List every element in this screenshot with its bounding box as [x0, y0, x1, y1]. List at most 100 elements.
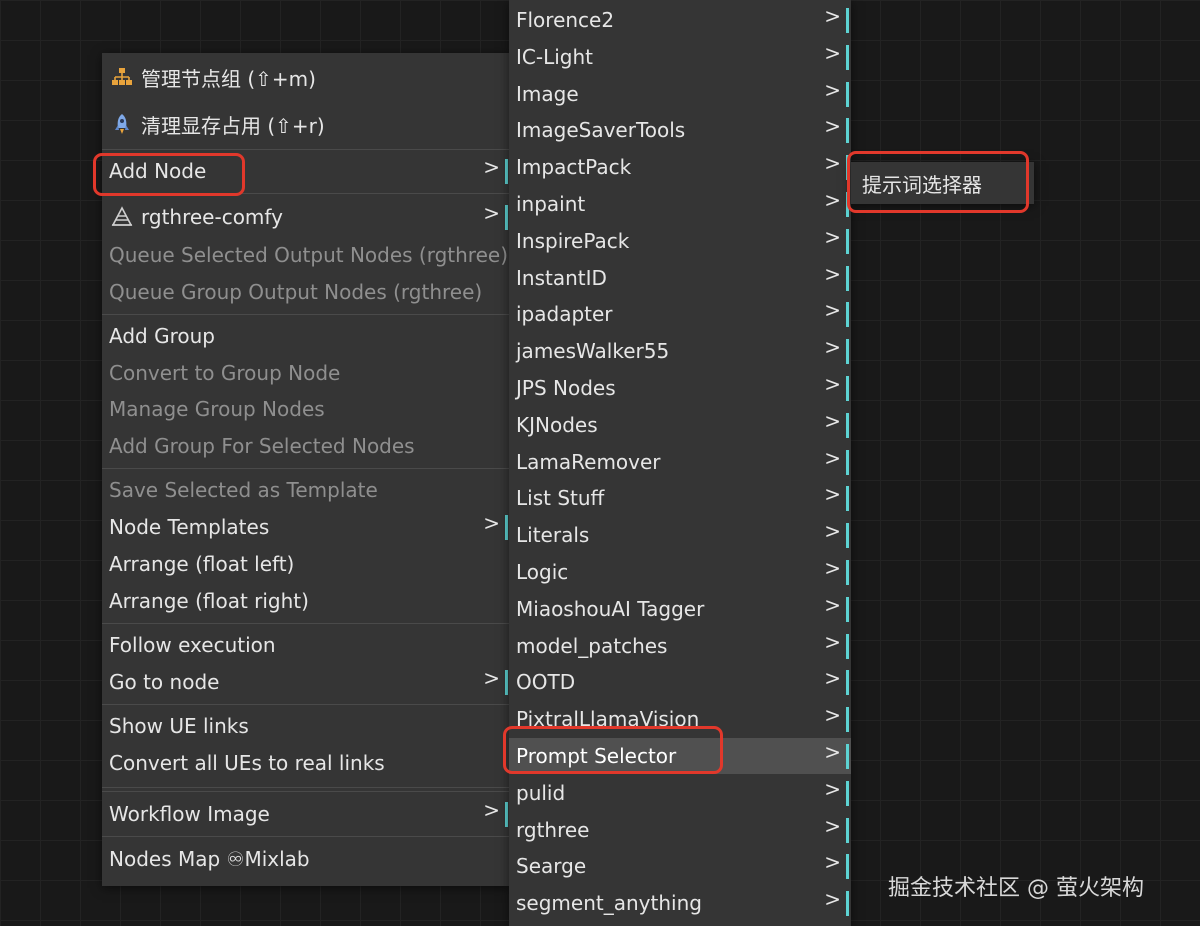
submenu-arrow-icon: >	[824, 519, 841, 544]
submenu-arrow-icon: >	[824, 77, 841, 102]
submenu-item-kjnodes[interactable]: KJNodes >	[509, 407, 851, 443]
menu-item-add-node[interactable]: Add Node >	[102, 153, 510, 189]
submenu-arrow-icon: >	[824, 114, 841, 139]
menu-item-add-group-for-selected[interactable]: Add Group For Selected Nodes	[102, 428, 510, 464]
submenu-arrow-icon: >	[483, 666, 500, 690]
menu-item-queue-selected-output[interactable]: Queue Selected Output Nodes (rgthree)	[102, 237, 510, 273]
submenu-arrow-icon: >	[824, 408, 841, 433]
submenu-item-impactpack[interactable]: ImpactPack >	[509, 149, 851, 185]
submenu-item-inspirepack[interactable]: InspirePack >	[509, 223, 851, 259]
submenu-item-miaoshouai-tagger[interactable]: MiaoshouAI Tagger >	[509, 591, 851, 627]
submenu-item-searge[interactable]: Searge >	[509, 848, 851, 884]
submenu-item-list-stuff[interactable]: List Stuff >	[509, 480, 851, 516]
menu-item-label: Convert to Group Node	[109, 361, 341, 385]
menu-separator	[102, 704, 510, 705]
menu-item-save-as-template[interactable]: Save Selected as Template	[102, 472, 510, 508]
submenu-arrow-icon: >	[824, 813, 841, 838]
menu-item-arrange-float-left[interactable]: Arrange (float left)	[102, 546, 510, 582]
menu-item-prompt-selector-node[interactable]: 提示词选择器	[851, 165, 1034, 201]
submenu-item-florence2[interactable]: Florence2 >	[509, 2, 851, 38]
menu-item-add-group[interactable]: Add Group	[102, 318, 510, 354]
submenu-item-imagesavertools[interactable]: ImageSaverTools >	[509, 112, 851, 148]
menu-item-label: Convert all UEs to real links	[109, 751, 385, 775]
submenu-indicator	[846, 155, 849, 181]
submenu-arrow-icon: >	[824, 592, 841, 617]
submenu-arrow-icon: >	[824, 4, 841, 28]
submenu-item-label: IC-Light	[516, 44, 593, 69]
submenu-item-jps-nodes[interactable]: JPS Nodes >	[509, 370, 851, 406]
menu-item-follow-execution[interactable]: Follow execution	[102, 627, 510, 663]
menu-item-label: Follow execution	[109, 633, 276, 657]
submenu-indicator	[846, 228, 849, 254]
submenu-arrow-icon: >	[824, 556, 841, 580]
menu-item-show-ue-links[interactable]: Show UE links	[102, 708, 510, 744]
menu-item-label: Go to node	[109, 670, 220, 694]
submenu-indicator	[846, 523, 849, 549]
submenu-arrow-icon: >	[824, 776, 841, 801]
submenu-item-pulid[interactable]: pulid >	[509, 775, 851, 811]
submenu-indicator	[846, 265, 849, 291]
menu-separator	[102, 149, 510, 150]
submenu-arrow-icon: >	[824, 335, 841, 360]
submenu-arrow-icon: >	[824, 666, 841, 691]
submenu-item-pixtralllamavision[interactable]: PixtralLlamaVision >	[509, 701, 851, 737]
submenu-indicator	[846, 707, 849, 733]
submenu-item-lamaremover[interactable]: LamaRemover >	[509, 444, 851, 480]
menu-item-queue-group-output[interactable]: Queue Group Output Nodes (rgthree)	[102, 274, 510, 310]
menu-item-nodes-map[interactable]: Nodes Map ♾Mixlab	[102, 841, 510, 877]
submenu-item-label: jamesWalker55	[516, 339, 670, 364]
submenu-indicator	[846, 449, 849, 475]
menu-item-convert-ues[interactable]: Convert all UEs to real links	[102, 745, 510, 781]
submenu-item-logic[interactable]: Logic >	[509, 554, 851, 590]
menu-item-label: Queue Group Output Nodes (rgthree)	[109, 280, 483, 304]
menu-item-label: rgthree-comfy	[141, 205, 283, 229]
submenu-arrow-icon: >	[824, 261, 841, 286]
submenu-indicator	[846, 633, 849, 659]
submenu-item-jameswalker55[interactable]: jamesWalker55 >	[509, 333, 851, 369]
add-node-submenu: Florence2 > IC-Light > Image > ImageSaverTools…	[509, 0, 851, 926]
submenu-indicator	[846, 339, 849, 365]
submenu-item-ootd[interactable]: OOTD >	[509, 664, 851, 700]
menu-item-workflow-image[interactable]: Workflow Image >	[102, 796, 510, 832]
menu-item-arrange-float-right[interactable]: Arrange (float right)	[102, 583, 510, 619]
submenu-indicator	[846, 192, 849, 217]
submenu-arrow-icon: >	[483, 155, 500, 179]
submenu-item-rgthree[interactable]: rgthree >	[509, 812, 851, 848]
submenu-arrow-icon: >	[483, 201, 500, 225]
menu-item-clear-vram[interactable]: 清理显存占用 (⇧+r)	[102, 106, 510, 142]
submenu-indicator	[846, 486, 849, 512]
submenu-item-label: inpaint	[516, 192, 586, 216]
menu-separator	[102, 791, 510, 792]
menu-item-label: 提示词选择器	[862, 172, 982, 197]
menu-item-manage-node-groups[interactable]: 管理节点组 (⇧+m)	[102, 59, 510, 95]
menu-item-node-templates[interactable]: Node Templates >	[102, 509, 510, 545]
submenu-item-ipadapter[interactable]: ipadapter >	[509, 296, 851, 332]
submenu-arrow-icon: >	[824, 482, 841, 507]
submenu-item-inpaint[interactable]: inpaint >	[509, 186, 851, 222]
submenu-arrow-icon: >	[483, 511, 500, 535]
submenu-indicator	[505, 515, 508, 540]
submenu-item-label: segment_anything	[516, 891, 702, 916]
menu-item-manage-group-nodes[interactable]: Manage Group Nodes	[102, 391, 510, 427]
submenu-indicator	[846, 118, 849, 144]
submenu-arrow-icon: >	[824, 372, 841, 396]
menu-item-convert-to-group-node[interactable]: Convert to Group Node	[102, 355, 510, 391]
submenu-indicator	[505, 670, 508, 695]
submenu-arrow-icon: >	[824, 224, 841, 249]
submenu-item-prompt-selector[interactable]: Prompt Selector >	[509, 738, 851, 774]
submenu-item-segment-anything[interactable]: segment_anything >	[509, 885, 851, 921]
submenu-item-model-patches[interactable]: model_patches >	[509, 628, 851, 664]
submenu-indicator	[846, 412, 849, 438]
menu-separator	[102, 623, 510, 624]
submenu-item-literals[interactable]: Literals >	[509, 517, 851, 553]
submenu-item-image[interactable]: Image >	[509, 76, 851, 112]
menu-item-label: Arrange (float right)	[109, 589, 309, 613]
menu-item-label: Add Group For Selected Nodes	[109, 434, 415, 458]
submenu-indicator	[846, 891, 849, 917]
submenu-arrow-icon: >	[824, 629, 841, 654]
menu-item-rgthree-comfy[interactable]: rgthree-comfy >	[102, 199, 510, 235]
submenu-item-instantid[interactable]: InstantID >	[509, 260, 851, 296]
menu-item-go-to-node[interactable]: Go to node >	[102, 664, 510, 700]
submenu-item-ic-light[interactable]: IC-Light >	[509, 39, 851, 75]
submenu-item-label: JPS Nodes	[516, 376, 616, 400]
